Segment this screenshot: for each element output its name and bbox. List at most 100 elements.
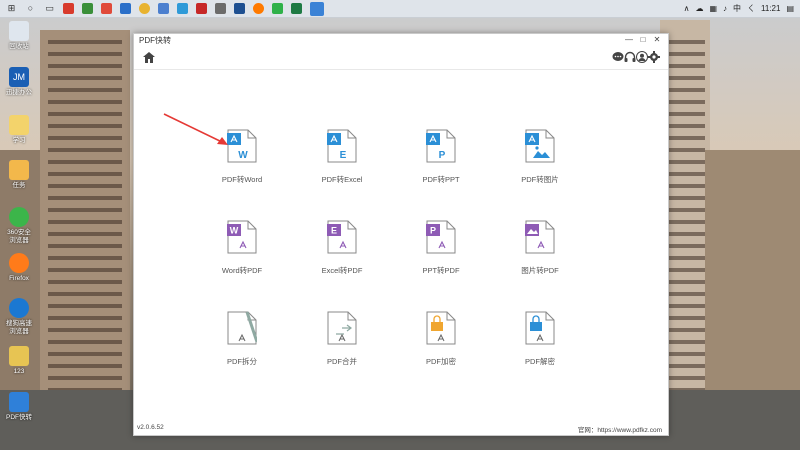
desktop-icon-task[interactable]: 任务 <box>4 160 34 190</box>
title-bar[interactable]: PDF快转 — □ ✕ <box>134 34 668 46</box>
app-icon[interactable] <box>253 3 264 14</box>
app-icon[interactable] <box>215 3 226 14</box>
svg-text:W: W <box>238 150 248 161</box>
ime-indicator[interactable]: 中 <box>733 3 741 14</box>
desktop-icon-label: 任务 <box>12 182 26 189</box>
folder-icon <box>9 346 29 366</box>
cloud-icon[interactable]: ☁ <box>695 4 703 13</box>
maximize-button[interactable]: □ <box>636 35 650 45</box>
app-icon[interactable] <box>196 3 207 14</box>
tool-tile-pdf-to-excel[interactable]: E PDF转Excel <box>297 129 387 185</box>
recycle-bin-icon <box>9 21 29 41</box>
excel-to-pdf-icon: E <box>327 220 357 254</box>
notification-icon[interactable]: ▤ <box>786 4 794 13</box>
tool-tile-pdf-to-ppt[interactable]: P PDF转PPT <box>396 129 486 185</box>
app-window: PDF快转 — □ ✕ W PDF转Word E PDF转Excel P PDF… <box>133 33 669 436</box>
pdf-to-ppt-icon: P <box>426 129 456 163</box>
tool-tile-pdf-merge[interactable]: PDF合并 <box>297 311 387 367</box>
background-windows <box>48 40 122 400</box>
website-link[interactable]: 官网：https://www.pdfkz.com <box>578 424 662 434</box>
tool-tile-label: PDF合并 <box>327 357 357 366</box>
pdf-app-taskbar-icon[interactable] <box>310 1 324 16</box>
pdf-merge-icon <box>327 311 357 345</box>
tool-tile-ppt-to-pdf[interactable]: P PPT转PDF <box>396 220 486 276</box>
tool-tile-word-to-pdf[interactable]: W Word转PDF <box>197 220 287 276</box>
user-icon[interactable] <box>636 51 648 63</box>
tool-tile-pdf-decrypt[interactable]: PDF解密 <box>495 311 585 367</box>
pdf-to-excel-icon: E <box>327 129 357 163</box>
app-icon[interactable] <box>101 3 112 14</box>
svg-text:P: P <box>439 150 446 161</box>
tool-tile-excel-to-pdf[interactable]: E Excel转PDF <box>297 220 387 276</box>
tool-tile-label: PDF加密 <box>426 357 456 366</box>
task-view-icon[interactable]: ▭ <box>44 3 55 14</box>
headset-icon[interactable] <box>624 51 636 63</box>
tool-tile-label: PPT转PDF <box>422 266 460 275</box>
window-controls: — □ ✕ <box>622 35 664 45</box>
tool-tile-pdf-to-image[interactable]: PDF转图片 <box>495 129 585 185</box>
folder-icon <box>9 115 29 135</box>
tool-tile-label: PDF转Word <box>221 175 263 184</box>
taskbar: ⊞ ○ ▭ ∧ ☁ ▦ ♪ 中 ㄑ 11:21 ▤ <box>0 0 800 18</box>
clock[interactable]: 11:21 <box>761 4 780 13</box>
pdf-decrypt-icon <box>525 311 555 345</box>
annotation-arrow-icon <box>163 113 228 145</box>
background-windows <box>665 40 705 420</box>
ime-sub-indicator[interactable]: ㄑ <box>747 3 755 14</box>
app-icon[interactable] <box>158 3 169 14</box>
tool-tile-label: PDF解密 <box>525 357 555 366</box>
home-icon[interactable] <box>143 52 155 63</box>
tool-tile-label: Excel转PDF <box>321 266 363 275</box>
firefox-icon <box>9 253 29 273</box>
network-icon[interactable]: ▦ <box>709 4 717 13</box>
desktop-icon-recycle-bin[interactable]: 回收站 <box>4 21 34 51</box>
tool-tile-label: PDF拆分 <box>227 357 257 366</box>
tool-tile-pdf-split[interactable]: PDF拆分 <box>197 311 287 367</box>
tool-tile-image-to-pdf[interactable]: 图片转PDF <box>495 220 585 276</box>
browser-360-icon <box>9 207 29 227</box>
minimize-button[interactable]: — <box>622 35 636 45</box>
tool-tile-label: PDF转图片 <box>521 175 559 184</box>
desktop-icon-office[interactable]: JM 迅捷办公 <box>4 67 34 97</box>
chevron-up-icon[interactable]: ∧ <box>684 4 690 13</box>
desktop-icon-123[interactable]: 123 <box>4 346 34 376</box>
ppt-to-pdf-icon: P <box>426 220 456 254</box>
search-icon[interactable]: ○ <box>25 3 36 14</box>
pdf-app-icon <box>9 392 29 412</box>
svg-text:P: P <box>430 226 436 236</box>
desktop-icon-label: Firefox <box>9 275 29 282</box>
close-button[interactable]: ✕ <box>650 35 664 45</box>
volume-icon[interactable]: ♪ <box>723 4 727 13</box>
app-icon[interactable] <box>82 3 93 14</box>
desktop-icon-label: 360安全浏览器 <box>7 229 31 244</box>
wechat-icon[interactable] <box>272 3 283 14</box>
system-tray: ∧ ☁ ▦ ♪ 中 ㄑ 11:21 ▤ <box>678 0 794 17</box>
desktop-icon-pdf-app[interactable]: PDF快转 <box>4 392 34 422</box>
desktop-icon-label: 迅捷办公 <box>6 89 32 96</box>
window-title: PDF快转 <box>139 35 171 45</box>
svg-text:E: E <box>340 150 347 161</box>
desktop-icon-label: PDF快转 <box>6 414 32 421</box>
tool-tile-label: 图片转PDF <box>521 266 559 275</box>
app-icon[interactable] <box>63 3 74 14</box>
desktop-icon-firefox[interactable]: Firefox <box>4 253 34 283</box>
desktop-icon-360-browser[interactable]: 360安全浏览器 <box>4 207 34 245</box>
toolbar-tools <box>612 51 660 63</box>
chat-icon[interactable] <box>612 51 624 63</box>
app-icon[interactable] <box>120 3 131 14</box>
tool-tile-label: PDF转Excel <box>321 175 363 184</box>
desktop-icon-sogou-browser[interactable]: 搜狗高速浏览器 <box>4 298 34 336</box>
version-label: v2.0.6.52 <box>137 424 164 431</box>
excel-icon[interactable] <box>291 3 302 14</box>
windows-start-icon[interactable]: ⊞ <box>6 3 17 14</box>
desktop-icon-study[interactable]: 学习 <box>4 115 34 145</box>
tool-tile-pdf-encrypt[interactable]: PDF加密 <box>396 311 486 367</box>
desktop-icon-label: 学习 <box>12 137 26 144</box>
browser-icon[interactable] <box>139 3 150 14</box>
gear-icon[interactable] <box>648 51 660 63</box>
desktop-icon-label: 搜狗高速浏览器 <box>6 320 32 335</box>
app-icon[interactable] <box>234 3 245 14</box>
pdf-encrypt-icon <box>426 311 456 345</box>
tool-tile-label: PDF转PPT <box>422 175 460 184</box>
app-icon[interactable] <box>177 3 188 14</box>
